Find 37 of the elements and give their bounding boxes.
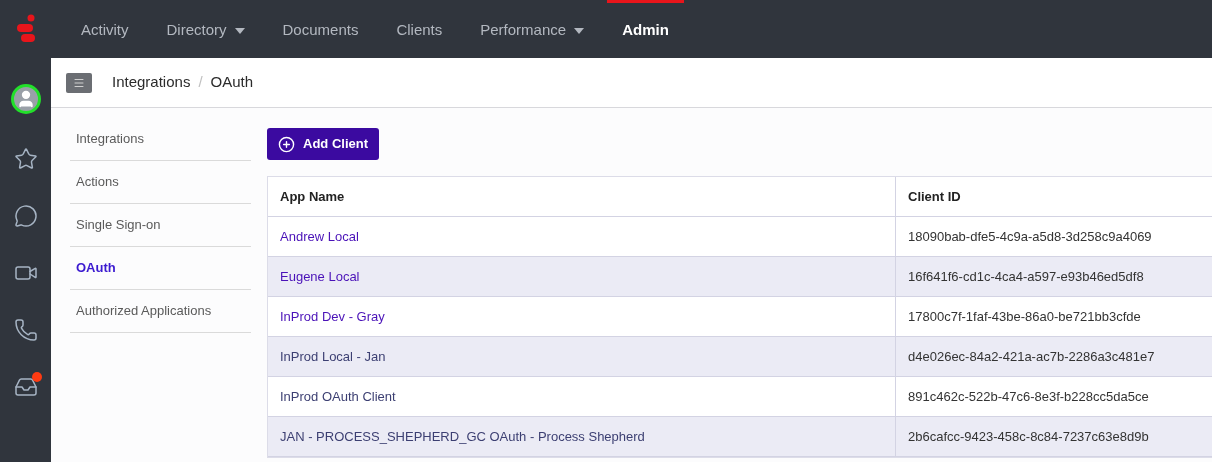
nav-tab[interactable]: Directory xyxy=(151,0,260,58)
app-name-link[interactable]: InProd Local - Jan xyxy=(280,346,386,367)
nav-tab[interactable]: Performance xyxy=(465,0,600,58)
sidebar-item[interactable]: Actions xyxy=(70,161,251,204)
breadcrumb-item[interactable]: OAuth xyxy=(210,71,254,94)
nav-tab[interactable]: Documents xyxy=(267,0,374,58)
chat-icon[interactable] xyxy=(13,204,38,228)
avatar-icon[interactable] xyxy=(10,84,41,114)
sidebar-item[interactable]: Authorized Applications xyxy=(70,290,251,333)
column-header: App Name xyxy=(268,177,896,216)
plus-circle-icon xyxy=(278,135,295,153)
table-cell-text: 2b6cafcc-9423-458c-8c84-7237c63e8d9b xyxy=(908,427,1149,446)
app-name-link[interactable]: InProd Dev - Gray xyxy=(280,306,385,327)
sidebar-item[interactable]: Single Sign-on xyxy=(70,204,251,247)
nav-tab[interactable]: Clients xyxy=(381,0,458,58)
sidebar-item[interactable]: Integrations xyxy=(70,118,251,161)
table-cell-text: d4e026ec-84a2-421a-ac7b-2286a3c481e7 xyxy=(908,347,1155,366)
star-icon[interactable] xyxy=(13,147,38,171)
app-name-link[interactable]: JAN - PROCESS_SHEPHERD_GC OAuth - Process Shepherd xyxy=(280,426,645,447)
nav-tab[interactable]: Activity xyxy=(66,0,144,58)
sidebar-item[interactable]: OAuth xyxy=(70,247,251,290)
logo-icon[interactable] xyxy=(14,14,37,44)
app-name-link[interactable]: InProd OAuth Client xyxy=(280,386,396,407)
app-name-link[interactable]: Eugene Local xyxy=(280,266,360,287)
app-name-link[interactable]: Andrew Local xyxy=(280,226,359,247)
menu-icon xyxy=(73,76,85,89)
breadcrumb-item[interactable]: Integrations xyxy=(112,71,191,94)
column-header: Client ID xyxy=(907,187,962,206)
add-client-button[interactable]: Add Client xyxy=(267,128,379,160)
table-cell-text: 891c462c-522b-47c6-8e3f-b228cc5da5ce xyxy=(908,387,1149,406)
table-cell-text: 18090bab-dfe5-4c9a-a5d8-3d258c9a4069 xyxy=(908,227,1152,246)
breadcrumb-separator: / xyxy=(198,72,203,93)
phone-icon[interactable] xyxy=(13,318,38,342)
inbox-icon[interactable] xyxy=(13,375,38,399)
table-cell-text: 17800c7f-1faf-43be-86a0-be721bb3cfde xyxy=(908,307,1141,326)
table-cell-text: 16f641f6-cd1c-4ca4-a597-e93b46ed5df8 xyxy=(908,267,1144,286)
menu-button[interactable] xyxy=(66,72,92,93)
